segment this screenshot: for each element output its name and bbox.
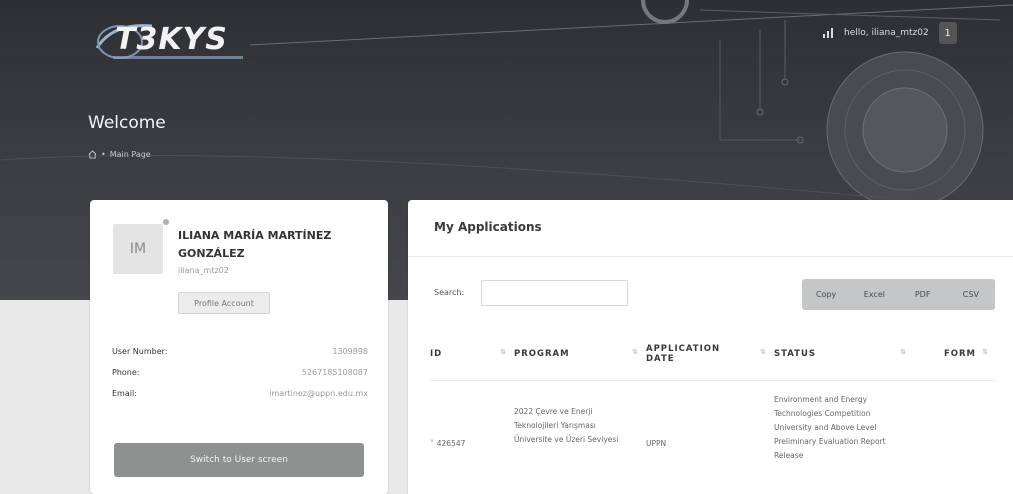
field-value: 5267185108087: [301, 368, 368, 377]
panel-title: My Applications: [434, 220, 542, 234]
cell-application-date: UPPN: [646, 438, 667, 448]
sort-icon[interactable]: ⇅: [500, 348, 506, 356]
pdf-button[interactable]: PDF: [899, 290, 947, 299]
logo-tagline: [113, 56, 243, 59]
copy-button[interactable]: Copy: [802, 290, 850, 299]
applications-table: ID ⇅ PROGRAM ⇅ APPLICATION DATE ⇅ STATUS ⇅ F…: [430, 328, 996, 463]
search-label: Search:: [434, 288, 465, 297]
user-greeting[interactable]: hello, iliana_mtz02: [844, 28, 929, 38]
profile-account-button[interactable]: Profile Account: [178, 292, 270, 314]
home-icon[interactable]: [88, 150, 97, 159]
switch-user-screen-button[interactable]: Switch to User screen: [114, 443, 364, 477]
field-label: Email:: [112, 389, 137, 398]
cell-status: Environment and Energy Technologies Comp…: [774, 394, 886, 460]
column-header-form[interactable]: FORM ⇅: [914, 328, 996, 381]
breadcrumb: • Main Page: [88, 150, 151, 159]
user-menu-button[interactable]: 1: [938, 22, 957, 44]
field-label: Phone:: [112, 368, 140, 377]
column-header-application-date[interactable]: APPLICATION DATE ⇅: [646, 328, 774, 381]
profile-username: iliana_mtz02: [178, 266, 229, 275]
sort-icon[interactable]: ⇅: [900, 348, 906, 356]
email-row: Email: imartinez@uppn.edu.mx: [112, 389, 368, 398]
divider: [408, 256, 1013, 257]
column-header-status[interactable]: STATUS ⇅: [774, 328, 914, 381]
cell-form[interactable]: [914, 380, 996, 463]
profile-name: ILIANA MARÍA MARTÍNEZ GONZÁLEZ: [178, 229, 332, 260]
breadcrumb-separator: •: [101, 150, 106, 159]
user-number-row: User Number: 1309898: [112, 347, 368, 356]
csv-button[interactable]: CSV: [947, 290, 995, 299]
logo[interactable]: T3KYS: [115, 22, 228, 57]
column-header-program[interactable]: PROGRAM ⇅: [514, 328, 646, 381]
field-label: User Number:: [112, 347, 168, 356]
stats-icon[interactable]: [822, 27, 834, 39]
sort-icon[interactable]: ⇅: [760, 348, 766, 356]
avatar: IM: [113, 224, 163, 274]
field-value: imartinez@uppn.edu.mx: [269, 389, 368, 398]
cell-id: ˅ 426547: [430, 438, 466, 448]
profile-card: IM ILIANA MARÍA MARTÍNEZ GONZÁLEZ iliana…: [90, 200, 388, 494]
page-title: Welcome: [88, 113, 166, 133]
sort-icon[interactable]: ⇅: [982, 348, 988, 356]
breadcrumb-item[interactable]: Main Page: [110, 150, 151, 159]
chevron-down-icon[interactable]: ˅: [430, 439, 434, 448]
status-dot: [163, 219, 169, 225]
cell-program: 2022 Çevre ve Enerji Teknolojileri Yarış…: [514, 406, 619, 444]
table-header-row: ID ⇅ PROGRAM ⇅ APPLICATION DATE ⇅ STATUS ⇅ F…: [430, 328, 996, 381]
column-header-id[interactable]: ID ⇅: [430, 328, 514, 381]
sort-icon[interactable]: ⇅: [632, 348, 638, 356]
applications-panel: My Applications Search: Copy Excel PDF C…: [408, 200, 1013, 494]
phone-row: Phone: 5267185108087: [112, 368, 368, 377]
field-value: 1309898: [332, 347, 368, 356]
topbar-user[interactable]: hello, iliana_mtz02 1: [822, 22, 957, 44]
export-button-group: Copy Excel PDF CSV: [802, 279, 995, 310]
search-input[interactable]: [481, 280, 628, 306]
table-row[interactable]: ˅ 426547 2022 Çevre ve Enerji Teknolojile…: [430, 380, 996, 463]
excel-button[interactable]: Excel: [850, 290, 898, 299]
